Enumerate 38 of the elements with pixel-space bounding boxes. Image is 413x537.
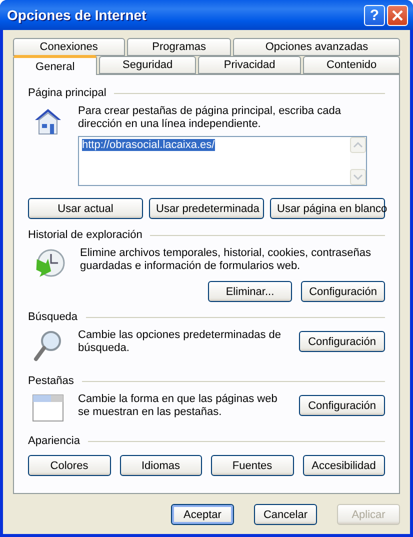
dialog-button[interactable]: Configuración — [301, 281, 385, 302]
dialog-button[interactable]: Colores — [28, 455, 110, 476]
description-text: Cambie la forma en que las páginas web se muestran en las pestañas. — [78, 393, 278, 419]
dialog-button[interactable]: Accesibilidad — [302, 455, 385, 476]
close-button[interactable] — [387, 4, 408, 26]
group-title: Apariencia — [28, 435, 80, 447]
group-title: Pestañas — [28, 375, 74, 387]
scroll-down-icon[interactable] — [350, 169, 366, 185]
dialog-button[interactable]: Eliminar... — [208, 281, 292, 302]
url-text: http://obrasocial.lacaixa.es/ — [82, 139, 215, 151]
scroll-up-icon[interactable] — [350, 137, 366, 153]
description-text: Cambie las opciones predeterminadas de búsqueda. — [78, 329, 282, 355]
group-title: Historial de exploración — [28, 229, 142, 241]
dialog-button[interactable]: Idiomas — [120, 455, 202, 476]
close-icon — [392, 10, 403, 20]
dialog-button[interactable]: Cancelar — [254, 504, 317, 525]
tab[interactable]: Opciones avanzadas — [233, 38, 400, 56]
tabs-icon — [32, 393, 64, 423]
magnifier-icon — [32, 329, 64, 363]
description-text: Elimine archivos temporales, historial, cookies, contraseñas guardadas e información de formularios web. — [80, 247, 372, 273]
group-title: Búsqueda — [28, 311, 78, 323]
tab[interactable]: Programas — [126, 38, 232, 56]
tab[interactable]: Conexiones — [13, 38, 125, 56]
tab[interactable]: Contenido — [303, 56, 400, 74]
address-field[interactable]: http://obrasocial.lacaixa.es/ — [78, 136, 367, 186]
description-text: Para crear pestañas de página principal, escriba cada dirección en una línea independiente. — [78, 105, 342, 131]
help-button[interactable]: ? — [364, 4, 385, 26]
dialog-button[interactable]: Usar actual — [28, 198, 143, 219]
dialog-button[interactable]: Aceptar — [171, 504, 234, 525]
dialog-button[interactable]: Configuración — [299, 395, 385, 416]
window-title: Opciones de Internet — [7, 7, 148, 23]
tab[interactable]: Seguridad — [99, 56, 196, 74]
dialog-button[interactable]: Configuración — [299, 331, 385, 352]
dialog-button[interactable]: Fuentes — [211, 455, 294, 476]
dialog-button[interactable]: Usar predeterminada — [149, 198, 264, 219]
tab[interactable]: Privacidad — [198, 56, 302, 74]
group-title: Página principal — [28, 87, 106, 99]
tab[interactable]: General — [13, 55, 98, 75]
